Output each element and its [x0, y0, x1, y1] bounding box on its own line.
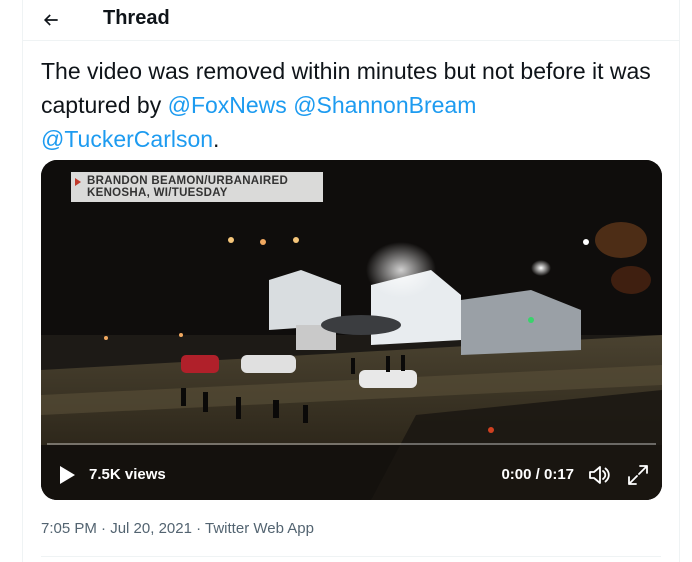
tweet-date[interactable]: Jul 20, 2021: [110, 520, 192, 537]
page-title: Thread: [103, 7, 170, 29]
tweet-text-end: .: [213, 126, 220, 152]
mention-link-tuckercarlson[interactable]: @TuckerCarlson: [41, 126, 213, 152]
tweet-text: The video was removed within minutes but…: [41, 54, 661, 156]
fullscreen-icon: [628, 465, 648, 485]
tweet-source-app[interactable]: Twitter Web App: [205, 520, 314, 537]
arrow-left-icon: [43, 14, 58, 26]
mention-link-foxnews[interactable]: @FoxNews: [168, 92, 287, 118]
news-chyron: BRANDON BEAMON/URBANAIRED KENOSHA, WI/TU…: [71, 172, 323, 202]
tweet-time[interactable]: 7:05 PM: [41, 520, 97, 537]
video-player[interactable]: BRANDON BEAMON/URBANAIRED KENOSHA, WI/TU…: [41, 160, 662, 500]
meta-separator: ·: [96, 520, 111, 537]
video-controls: 7.5K views 0:00 / 0:17: [41, 452, 662, 500]
volume-button[interactable]: [586, 462, 612, 488]
chyron-line-1: BRANDON BEAMON/URBANAIRED: [87, 175, 289, 187]
chyron-marker-icon: [75, 178, 81, 186]
view-count: 7.5K views: [89, 466, 166, 483]
play-button[interactable]: [55, 463, 79, 487]
meta-separator-2: ·: [191, 520, 206, 537]
thread-header: Thread: [23, 0, 679, 41]
video-progress-bar[interactable]: [47, 443, 656, 445]
play-icon: [60, 466, 75, 484]
video-frame: [41, 160, 662, 500]
volume-icon: [589, 466, 610, 484]
divider: [41, 556, 661, 557]
chyron-line-2: KENOSHA, WI/TUESDAY: [87, 187, 228, 199]
tweet-metadata: 7:05 PM · Jul 20, 2021 · Twitter Web App: [41, 520, 314, 537]
back-button[interactable]: [37, 6, 65, 34]
mention-link-shannonbream[interactable]: @ShannonBream: [293, 92, 476, 118]
video-time: 0:00 / 0:17: [501, 466, 574, 483]
fullscreen-button[interactable]: [626, 463, 650, 487]
thread-column: Thread The video was removed within minu…: [22, 0, 680, 562]
